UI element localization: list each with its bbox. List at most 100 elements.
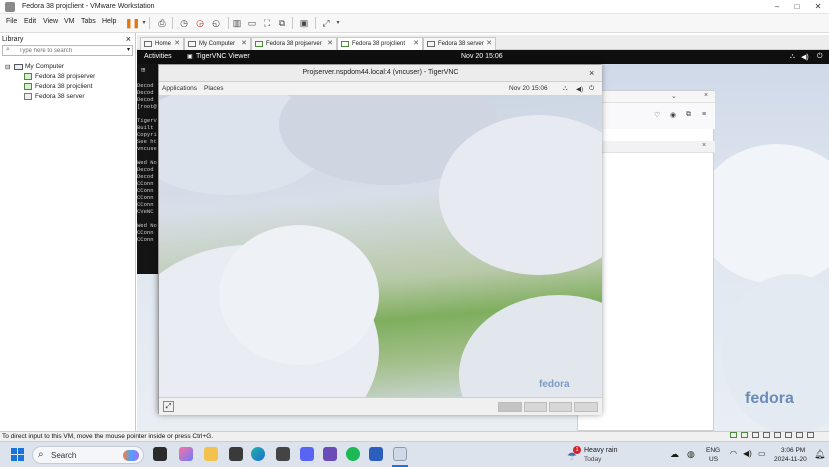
device-display-icon[interactable]	[796, 432, 803, 438]
places-menu[interactable]: Places	[204, 85, 224, 92]
weather-title[interactable]: Heavy rain	[584, 447, 617, 454]
terminal-app-icon[interactable]	[276, 447, 290, 461]
tree-item-projserver[interactable]: Fedora 38 projserver	[35, 73, 95, 80]
activities-button[interactable]: Activities	[144, 53, 172, 60]
tree-collapse-icon[interactable]: ⊟	[5, 63, 10, 71]
teams-icon[interactable]: ◍	[687, 449, 695, 460]
window-title: Fedora 38 projclient - VMware Workstatio…	[22, 3, 155, 10]
remote-desktop-view[interactable]: fedora	[159, 95, 602, 397]
workspace-3[interactable]	[549, 402, 572, 412]
tree-item-projclient[interactable]: Fedora 38 projclient	[35, 83, 92, 90]
minimize-button[interactable]: –	[767, 1, 787, 13]
tree-item-server[interactable]: Fedora 38 server	[35, 93, 85, 100]
workspace-4[interactable]	[574, 402, 598, 412]
power-icon[interactable]: ⏻	[817, 53, 823, 61]
workspace-2[interactable]	[524, 402, 547, 412]
device-network-icon[interactable]	[752, 432, 759, 438]
menu-view[interactable]: View	[43, 18, 58, 25]
cloud-icon[interactable]: ☁	[670, 449, 679, 460]
library-search-field[interactable]: ⌕ ▾	[2, 45, 133, 56]
task-view-icon[interactable]	[153, 447, 167, 461]
device-usb-icon[interactable]	[763, 432, 770, 438]
spotify-icon[interactable]	[346, 447, 360, 461]
thumbnail-bar-icon[interactable]: ▭	[245, 16, 259, 30]
close-icon[interactable]: ×	[702, 142, 706, 149]
send-ctrl-alt-del-icon[interactable]: ⎙	[155, 16, 169, 30]
network-icon[interactable]: ⛬	[790, 53, 795, 61]
tab-projclient[interactable]: Fedora 38 projclient ✕	[337, 37, 423, 51]
extensions-icon[interactable]: ⧉	[686, 111, 691, 119]
terminal-tab-icon[interactable]: ⊞	[141, 68, 145, 75]
vmware-taskbar-icon[interactable]	[393, 447, 407, 461]
terminal-window[interactable]: ⊞ Decod Decod Decod [root@ TigerV Built …	[137, 64, 159, 274]
taskbar-date[interactable]: 2024-11-20	[774, 456, 807, 463]
speaker-icon[interactable]: ◀)	[743, 449, 752, 458]
menu-tabs[interactable]: Tabs	[81, 18, 96, 25]
library-search-input[interactable]	[19, 46, 119, 55]
word-icon[interactable]	[369, 447, 383, 461]
power-icon[interactable]: ⏻	[589, 85, 594, 93]
menu-help[interactable]: Help	[102, 18, 116, 25]
show-desktop-icon[interactable]: ⤢	[163, 401, 174, 412]
wifi-icon[interactable]: ◠	[730, 449, 737, 458]
show-library-icon[interactable]: ▥	[230, 16, 244, 30]
workspace-1[interactable]	[498, 402, 522, 412]
full-screen-icon[interactable]: ⛶	[260, 16, 274, 30]
tab-server[interactable]: Fedora 38 server ✕	[423, 37, 496, 50]
volume-icon[interactable]: ◀)	[576, 85, 583, 93]
account-icon[interactable]: ◉	[670, 111, 676, 119]
stretch-dropdown-icon[interactable]: ▾	[331, 16, 345, 30]
gnome-clock[interactable]: Nov 20 15:06	[461, 53, 503, 60]
menu-edit[interactable]: Edit	[24, 18, 36, 25]
tab-home[interactable]: Home ✕	[140, 37, 184, 50]
library-close-icon[interactable]: ×	[126, 34, 131, 44]
edge-icon[interactable]	[251, 447, 265, 461]
network-icon[interactable]: ⛬	[563, 85, 568, 93]
device-sound-icon[interactable]	[774, 432, 781, 438]
vm-display[interactable]: Activities ▣ TigerVNC Viewer Nov 20 15:0…	[137, 50, 829, 431]
unity-icon[interactable]: ⧉	[275, 16, 289, 30]
battery-icon[interactable]: ▭	[758, 449, 766, 458]
device-hdd-icon[interactable]	[730, 432, 737, 438]
tab-my-computer[interactable]: My Computer ✕	[184, 37, 251, 50]
taskbar-search-box[interactable]: ⌕ Search	[32, 446, 144, 464]
menu-icon[interactable]: ≡	[702, 111, 706, 118]
tab-projserver[interactable]: Fedora 38 projserver ✕	[251, 37, 337, 50]
discord-icon[interactable]	[300, 447, 314, 461]
snapshot-manager-icon[interactable]: ◵	[209, 16, 223, 30]
menu-file[interactable]: File	[6, 18, 17, 25]
app-menu[interactable]: TigerVNC Viewer	[196, 53, 250, 60]
language-indicator[interactable]: ENG	[706, 447, 720, 454]
store-icon[interactable]	[229, 447, 243, 461]
close-icon[interactable]: ✕	[241, 38, 247, 50]
chevron-down-icon[interactable]: ▾	[127, 46, 130, 53]
taskbar-time[interactable]: 3:06 PM	[781, 447, 805, 454]
close-icon[interactable]: ✕	[486, 38, 492, 50]
applications-menu[interactable]: Applications	[162, 85, 197, 92]
revert-snapshot-icon[interactable]: ◶	[193, 16, 207, 30]
console-view-icon[interactable]: ▣	[297, 16, 311, 30]
remote-clock[interactable]: Nov 20 15:06	[509, 85, 548, 92]
tree-item-my-computer[interactable]: My Computer	[25, 63, 64, 70]
chevron-down-icon[interactable]: ⌄	[671, 92, 677, 100]
windows-start-icon[interactable]	[11, 448, 24, 461]
snapshot-icon[interactable]: ◷	[177, 16, 191, 30]
device-message-icon[interactable]	[807, 432, 814, 438]
close-icon[interactable]: ✕	[327, 38, 333, 50]
device-printer-icon[interactable]	[785, 432, 792, 438]
maximize-button[interactable]: □	[787, 1, 807, 13]
tigervnc-window[interactable]: Projserver.nspdom44.local:4 (vncuser) - …	[158, 64, 602, 415]
close-icon[interactable]: ✕	[413, 38, 419, 50]
visual-studio-icon[interactable]	[323, 447, 337, 461]
volume-icon[interactable]: ◀)	[801, 53, 809, 61]
device-cd-icon[interactable]	[741, 432, 748, 438]
close-icon[interactable]: ✕	[174, 38, 180, 50]
menu-vm[interactable]: VM	[64, 18, 75, 25]
close-icon[interactable]: ×	[704, 92, 708, 99]
file-explorer-icon[interactable]	[204, 447, 218, 461]
close-button[interactable]: ✕	[808, 1, 828, 13]
pocket-icon[interactable]: ♡	[654, 111, 660, 119]
close-icon[interactable]: ×	[589, 68, 594, 78]
copilot-icon[interactable]	[179, 447, 193, 461]
notifications-bell-icon[interactable]: 🔔︎	[814, 449, 825, 460]
